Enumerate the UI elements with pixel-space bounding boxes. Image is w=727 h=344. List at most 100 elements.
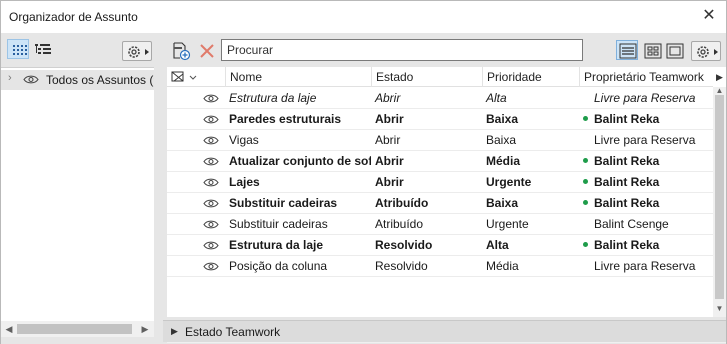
eye-icon[interactable] bbox=[203, 240, 219, 251]
table-row[interactable]: Paredes estruturais Abrir Baixa Balint Reka bbox=[167, 109, 713, 130]
eye-icon[interactable] bbox=[23, 74, 39, 85]
scrollbar-thumb[interactable] bbox=[715, 95, 724, 299]
cell-text: Urgente bbox=[486, 175, 532, 189]
cell-text: Lajes bbox=[229, 175, 260, 189]
cell-status: Abrir bbox=[371, 151, 482, 172]
table-row[interactable]: Posição da coluna Resolvido Média Livre par… bbox=[167, 256, 713, 277]
owner-status-dot bbox=[583, 221, 588, 226]
title-bar: Organizador de Assunto ✕ bbox=[1, 1, 726, 33]
teamwork-status-label: Estado Teamwork bbox=[185, 325, 281, 339]
owner-status-dot bbox=[583, 158, 588, 164]
cell-text: Alta bbox=[486, 91, 507, 105]
vertical-scrollbar[interactable]: ▲ ▼ bbox=[713, 86, 726, 317]
table-row[interactable]: Atualizar conjunto de sofás Abrir Média Bal… bbox=[167, 151, 713, 172]
eye-icon[interactable] bbox=[203, 261, 219, 272]
tiles-view-button[interactable] bbox=[7, 39, 29, 59]
scroll-left-icon[interactable]: ◀ bbox=[2, 321, 16, 337]
expand-arrow-icon[interactable]: ▶ bbox=[171, 326, 178, 337]
column-header-name[interactable]: Nome bbox=[225, 67, 371, 87]
left-toolbar bbox=[1, 33, 158, 67]
new-issue-button[interactable] bbox=[169, 39, 191, 61]
cell-text: Estrutura da laje bbox=[229, 91, 317, 105]
cell-priority: Alta bbox=[482, 235, 579, 256]
cell-text: Atualizar conjunto de sofás bbox=[229, 154, 371, 168]
table-row[interactable]: Substituir cadeiras Atribuído Urgente Balin… bbox=[167, 214, 713, 235]
scroll-right-icon[interactable]: ▶ bbox=[138, 321, 152, 337]
issue-column-icon[interactable] bbox=[170, 70, 200, 84]
scrollbar-thumb[interactable] bbox=[17, 324, 132, 334]
eye-icon[interactable] bbox=[203, 114, 219, 125]
owner-status-dot bbox=[583, 95, 588, 100]
table-row[interactable]: Estrutura da laje Resolvido Alta Balint Rek… bbox=[167, 235, 713, 256]
new-issue-icon bbox=[173, 42, 191, 61]
cell-text: Livre para Reserva bbox=[594, 91, 696, 105]
cell-text: Baixa bbox=[486, 112, 519, 126]
list-mode-button[interactable] bbox=[616, 40, 638, 60]
cell-text: Balint Csenge bbox=[594, 217, 669, 231]
scroll-down-icon[interactable]: ▼ bbox=[713, 301, 726, 317]
tree-view-icon bbox=[35, 44, 51, 54]
single-mode-button[interactable] bbox=[663, 40, 685, 60]
table-row[interactable]: Estrutura da laje Abrir Alta Livre para Res… bbox=[167, 88, 713, 109]
cell-name: Paredes estruturais bbox=[225, 109, 371, 130]
cell-text: Atribuído bbox=[375, 196, 429, 210]
eye-icon[interactable] bbox=[203, 219, 219, 230]
eye-icon[interactable] bbox=[203, 135, 219, 146]
teamwork-status-panel[interactable]: ▶ Estado Teamwork bbox=[163, 320, 726, 342]
table-row[interactable]: Vigas Abrir Baixa Livre para Reserva bbox=[167, 130, 713, 151]
cell-status: Atribuído bbox=[371, 214, 482, 235]
close-icon[interactable]: ✕ bbox=[700, 7, 718, 25]
grid-mode-button[interactable] bbox=[641, 40, 663, 60]
table-row[interactable]: Substituir cadeiras Atribuído Baixa Balint … bbox=[167, 193, 713, 214]
column-header-owner[interactable]: Proprietário Teamwork bbox=[579, 67, 713, 87]
cell-text: Abrir bbox=[375, 91, 401, 105]
cell-owner: Balint Reka bbox=[579, 151, 713, 172]
cell-text: Abrir bbox=[375, 175, 404, 189]
eye-icon[interactable] bbox=[203, 156, 219, 167]
window-body: › Todos os Assuntos (9 ◀ ▶ Procurar Nome… bbox=[1, 33, 726, 344]
cell-text: Média bbox=[486, 154, 521, 168]
cell-priority: Baixa bbox=[482, 109, 579, 130]
cell-status: Abrir bbox=[371, 88, 482, 109]
cell-owner: Livre para Reserva bbox=[579, 256, 713, 277]
eye-icon[interactable] bbox=[203, 198, 219, 209]
table-row[interactable]: Lajes Abrir Urgente Balint Reka bbox=[167, 172, 713, 193]
issue-tree: › Todos os Assuntos (9 bbox=[1, 67, 154, 321]
delete-issue-button[interactable] bbox=[195, 39, 217, 61]
chevron-right-icon[interactable]: › bbox=[8, 72, 12, 84]
cell-status: Abrir bbox=[371, 109, 482, 130]
left-horizontal-scrollbar[interactable]: ◀ ▶ bbox=[1, 321, 154, 337]
right-settings-button[interactable] bbox=[691, 41, 721, 61]
cell-text: Vigas bbox=[229, 133, 259, 147]
delete-icon bbox=[200, 44, 214, 58]
column-header-status[interactable]: Estado bbox=[371, 67, 482, 87]
eye-icon[interactable] bbox=[203, 177, 219, 188]
owner-status-dot bbox=[583, 137, 588, 142]
left-panel: › Todos os Assuntos (9 ◀ ▶ bbox=[1, 33, 158, 344]
cell-owner: Balint Reka bbox=[579, 109, 713, 130]
table-header: Nome Estado Prioridade Proprietário Team… bbox=[167, 67, 713, 87]
issue-organizer-window: Organizador de Assunto ✕ › Todos os Assu… bbox=[0, 0, 727, 344]
eye-icon[interactable] bbox=[203, 93, 219, 104]
cell-owner: Balint Reka bbox=[579, 193, 713, 214]
cell-text: Balint Reka bbox=[594, 175, 660, 189]
left-settings-button[interactable] bbox=[122, 41, 152, 61]
cell-text: Paredes estruturais bbox=[229, 112, 342, 126]
cell-text: Posição da coluna bbox=[229, 259, 328, 273]
cell-text: Resolvido bbox=[375, 259, 428, 273]
cell-text: Balint Reka bbox=[594, 196, 660, 210]
search-input[interactable] bbox=[221, 39, 583, 61]
tree-item-all-issues[interactable]: › Todos os Assuntos (9 bbox=[1, 70, 154, 90]
column-header-priority[interactable]: Prioridade bbox=[482, 67, 579, 87]
cell-owner: Livre para Reserva bbox=[579, 130, 713, 151]
cell-text: Alta bbox=[486, 238, 509, 252]
cell-name: Posição da coluna bbox=[225, 256, 371, 277]
tree-item-label: Todos os Assuntos (9 bbox=[46, 73, 154, 87]
tree-view-button[interactable] bbox=[31, 39, 53, 59]
cell-text: Abrir bbox=[375, 154, 404, 168]
gear-icon bbox=[697, 46, 718, 58]
cell-priority: Urgente bbox=[482, 172, 579, 193]
owner-status-dot bbox=[583, 263, 588, 268]
grid-view-icon bbox=[644, 43, 662, 59]
cell-text: Balint Reka bbox=[594, 238, 660, 252]
